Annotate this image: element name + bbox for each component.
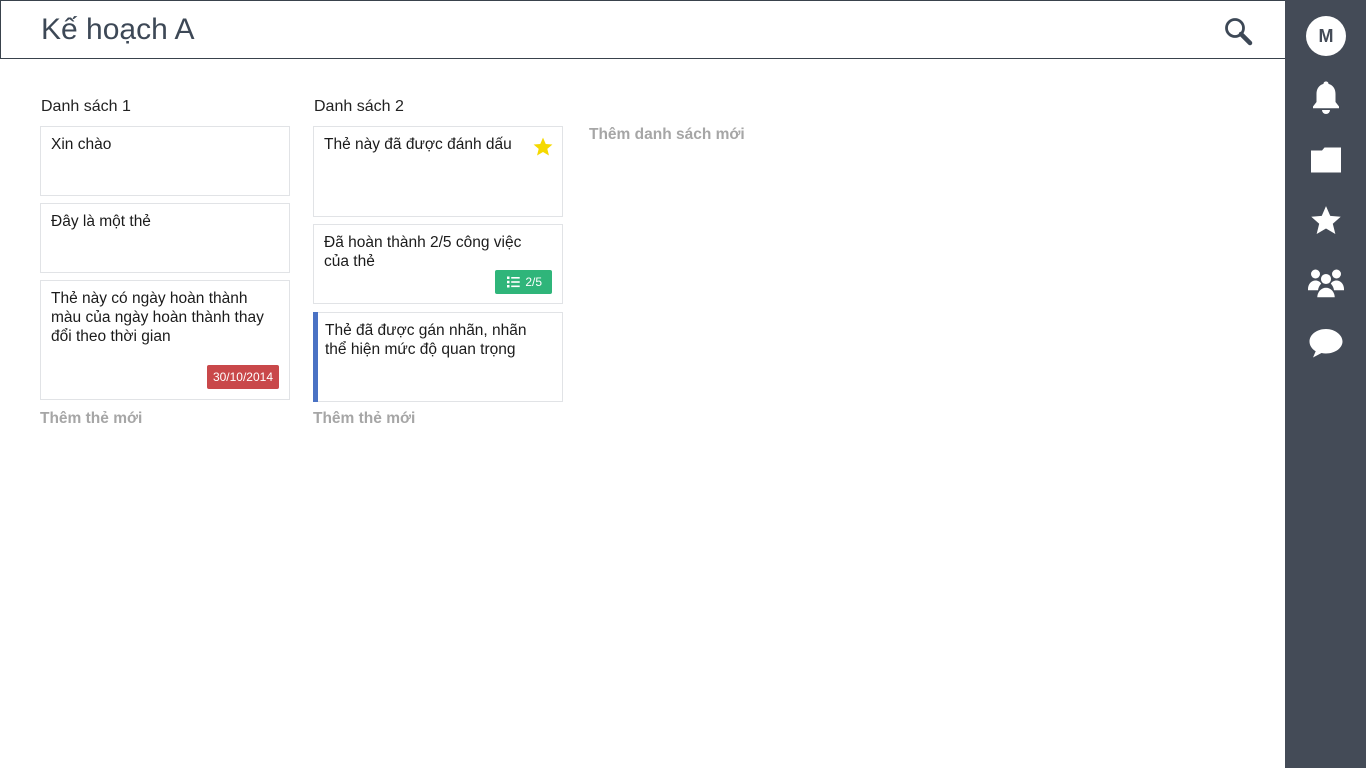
app-root: Kế hoạch A Danh sách 1 Xin chào Đây là m… xyxy=(0,0,1366,768)
boards-button[interactable] xyxy=(1305,139,1347,181)
users-icon xyxy=(1308,269,1344,299)
checklist-icon xyxy=(507,276,521,288)
avatar: M xyxy=(1306,16,1346,56)
card-label xyxy=(313,312,318,402)
checklist-count: 2/5 xyxy=(525,275,542,289)
board-header: Kế hoạch A xyxy=(0,0,1285,59)
starred-button[interactable] xyxy=(1305,200,1347,242)
list-title: Danh sách 1 xyxy=(41,98,131,115)
due-date-text: 30/10/2014 xyxy=(212,370,273,384)
list-1: Danh sách 1 xyxy=(40,96,290,118)
board-title: Kế hoạch A xyxy=(41,13,195,46)
add-list-button[interactable]: Thêm danh sách mới xyxy=(589,126,745,144)
chat-button[interactable] xyxy=(1305,322,1347,364)
avatar-button[interactable]: M xyxy=(1305,15,1347,57)
folder-icon xyxy=(1311,147,1341,173)
search-icon xyxy=(1225,18,1253,46)
card-due-date[interactable]: Thẻ này có ngày hoàn thành màu của ngày … xyxy=(40,280,290,400)
card-text: Thẻ đã được gán nhãn, nhãn thể hiện mức … xyxy=(325,322,527,358)
star-icon xyxy=(1311,206,1341,235)
members-button[interactable] xyxy=(1305,261,1347,303)
card-starred[interactable]: Thẻ này đã được đánh dấu xyxy=(313,126,563,217)
notifications-button[interactable] xyxy=(1305,76,1347,118)
card-hello[interactable]: Xin chào xyxy=(40,126,290,196)
card-text: Thẻ này đã được đánh dấu xyxy=(324,136,512,153)
card-basic[interactable]: Đây là một thẻ xyxy=(40,203,290,273)
due-date-badge: 30/10/2014 xyxy=(206,365,279,389)
star-icon[interactable] xyxy=(532,136,554,158)
card-labeled[interactable]: Thẻ đã được gán nhãn, nhãn thể hiện mức … xyxy=(313,312,563,402)
add-card-button[interactable]: Thêm thẻ mới xyxy=(313,410,415,428)
search-button[interactable] xyxy=(1223,17,1255,47)
card-text: Xin chào xyxy=(51,136,112,153)
bell-icon xyxy=(1313,81,1339,114)
checklist-badge: 2/5 xyxy=(495,270,552,294)
card-checklist[interactable]: Đã hoàn thành 2/5 công việc của thẻ 2/5 xyxy=(313,224,563,304)
right-sidebar: M xyxy=(1285,0,1366,768)
chat-icon xyxy=(1309,329,1343,358)
list-2: Danh sách 2 xyxy=(313,96,563,118)
card-text: Đây là một thẻ xyxy=(51,213,151,230)
add-card-button[interactable]: Thêm thẻ mới xyxy=(40,410,142,428)
card-text: Đã hoàn thành 2/5 công việc của thẻ xyxy=(324,234,522,270)
card-text: Thẻ này có ngày hoàn thành màu của ngày … xyxy=(51,290,264,345)
list-title: Danh sách 2 xyxy=(314,98,404,115)
